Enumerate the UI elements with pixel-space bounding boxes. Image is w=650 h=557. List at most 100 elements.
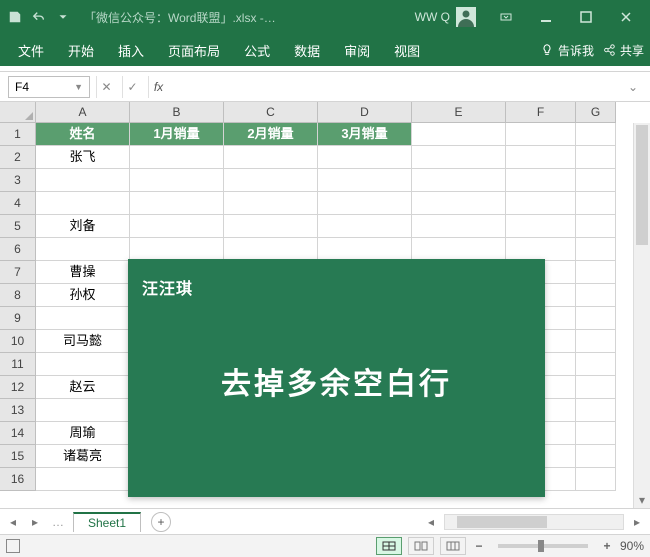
cell[interactable]: 姓名 bbox=[36, 123, 130, 146]
cell[interactable]: 司马懿 bbox=[36, 330, 130, 353]
zoom-knob[interactable] bbox=[538, 540, 544, 552]
cell[interactable] bbox=[412, 192, 506, 215]
save-icon[interactable] bbox=[4, 6, 26, 28]
vertical-scrollbar[interactable]: ▴ ▾ bbox=[633, 123, 650, 508]
cell[interactable] bbox=[576, 399, 616, 422]
cell[interactable]: 2月销量 bbox=[224, 123, 318, 146]
cell[interactable]: 周瑜 bbox=[36, 422, 130, 445]
cell[interactable]: 3月销量 bbox=[318, 123, 412, 146]
cell[interactable] bbox=[318, 238, 412, 261]
tab-view[interactable]: 视图 bbox=[382, 35, 432, 66]
select-all-corner[interactable] bbox=[0, 102, 36, 123]
row-header[interactable]: 11 bbox=[0, 353, 36, 376]
row-header[interactable]: 10 bbox=[0, 330, 36, 353]
row-header[interactable]: 6 bbox=[0, 238, 36, 261]
expand-formula-icon[interactable]: ⌄ bbox=[624, 80, 642, 94]
cell[interactable]: 诸葛亮 bbox=[36, 445, 130, 468]
name-box[interactable]: F4 ▼ bbox=[8, 76, 90, 98]
cell[interactable] bbox=[506, 215, 576, 238]
row-headers[interactable]: 12345678910111213141516 bbox=[0, 123, 36, 508]
hscroll-thumb[interactable] bbox=[457, 516, 547, 528]
cell[interactable] bbox=[506, 238, 576, 261]
cell[interactable] bbox=[576, 169, 616, 192]
view-pagelayout-icon[interactable] bbox=[408, 537, 434, 555]
close-icon[interactable] bbox=[606, 3, 646, 31]
cell[interactable] bbox=[412, 146, 506, 169]
col-header[interactable]: B bbox=[130, 102, 224, 123]
cell[interactable] bbox=[36, 169, 130, 192]
row-header[interactable]: 12 bbox=[0, 376, 36, 399]
cell[interactable] bbox=[576, 353, 616, 376]
cell[interactable] bbox=[576, 284, 616, 307]
tab-data[interactable]: 数据 bbox=[282, 35, 332, 66]
cell[interactable]: 赵云 bbox=[36, 376, 130, 399]
cell[interactable] bbox=[224, 146, 318, 169]
cell[interactable] bbox=[576, 192, 616, 215]
sheet-tab[interactable]: Sheet1 bbox=[73, 512, 141, 532]
cell[interactable] bbox=[576, 123, 616, 146]
formula-input[interactable] bbox=[174, 76, 618, 98]
tab-file[interactable]: 文件 bbox=[6, 35, 56, 66]
cell[interactable] bbox=[36, 468, 130, 491]
cell[interactable] bbox=[576, 261, 616, 284]
cell[interactable] bbox=[576, 238, 616, 261]
cell[interactable] bbox=[506, 123, 576, 146]
tab-home[interactable]: 开始 bbox=[56, 35, 106, 66]
cell[interactable] bbox=[412, 215, 506, 238]
undo-icon[interactable] bbox=[28, 6, 50, 28]
tab-insert[interactable]: 插入 bbox=[106, 35, 156, 66]
cell[interactable] bbox=[318, 146, 412, 169]
cell[interactable] bbox=[506, 169, 576, 192]
row-header[interactable]: 3 bbox=[0, 169, 36, 192]
tell-me[interactable]: 告诉我 bbox=[540, 42, 594, 59]
col-header[interactable]: A bbox=[36, 102, 130, 123]
cell[interactable] bbox=[224, 192, 318, 215]
worksheet-grid[interactable]: ABCDEFG 12345678910111213141516 姓名1月销量2月… bbox=[0, 102, 650, 508]
row-header[interactable]: 14 bbox=[0, 422, 36, 445]
row-header[interactable]: 13 bbox=[0, 399, 36, 422]
tab-pagelayout[interactable]: 页面布局 bbox=[156, 35, 232, 66]
cell[interactable] bbox=[576, 422, 616, 445]
cell[interactable] bbox=[130, 146, 224, 169]
cell[interactable] bbox=[224, 169, 318, 192]
fx-icon[interactable]: fx bbox=[148, 76, 168, 98]
hscroll-right-icon[interactable]: ▸ bbox=[628, 513, 646, 531]
view-normal-icon[interactable] bbox=[376, 537, 402, 555]
add-sheet-button[interactable]: + bbox=[151, 512, 171, 532]
scroll-thumb[interactable] bbox=[636, 125, 648, 245]
cell[interactable] bbox=[130, 192, 224, 215]
cell[interactable] bbox=[318, 215, 412, 238]
cell[interactable] bbox=[506, 192, 576, 215]
cell[interactable] bbox=[36, 307, 130, 330]
cancel-formula-icon[interactable]: ✕ bbox=[96, 76, 116, 98]
cell[interactable] bbox=[412, 238, 506, 261]
col-header[interactable]: C bbox=[224, 102, 318, 123]
view-pagebreak-icon[interactable] bbox=[440, 537, 466, 555]
cell[interactable] bbox=[318, 192, 412, 215]
cell[interactable]: 1月销量 bbox=[130, 123, 224, 146]
hscroll-left-icon[interactable]: ◂ bbox=[422, 513, 440, 531]
cell[interactable]: 刘备 bbox=[36, 215, 130, 238]
cell[interactable] bbox=[576, 445, 616, 468]
column-headers[interactable]: ABCDEFG bbox=[36, 102, 632, 123]
cell[interactable] bbox=[36, 238, 130, 261]
cell[interactable] bbox=[576, 215, 616, 238]
confirm-formula-icon[interactable]: ✓ bbox=[122, 76, 142, 98]
cell[interactable] bbox=[506, 146, 576, 169]
scroll-down-icon[interactable]: ▾ bbox=[634, 491, 650, 508]
maximize-icon[interactable] bbox=[566, 3, 606, 31]
cell[interactable] bbox=[576, 146, 616, 169]
cell[interactable] bbox=[318, 169, 412, 192]
user-account[interactable]: WW Q bbox=[415, 7, 476, 27]
cell[interactable] bbox=[36, 399, 130, 422]
row-header[interactable]: 1 bbox=[0, 123, 36, 146]
col-header[interactable]: E bbox=[412, 102, 506, 123]
cell[interactable] bbox=[130, 238, 224, 261]
qat-dropdown-icon[interactable] bbox=[52, 6, 74, 28]
cell[interactable] bbox=[224, 215, 318, 238]
row-header[interactable]: 2 bbox=[0, 146, 36, 169]
row-header[interactable]: 4 bbox=[0, 192, 36, 215]
row-header[interactable]: 5 bbox=[0, 215, 36, 238]
horizontal-scrollbar[interactable] bbox=[444, 514, 624, 530]
cell[interactable]: 张飞 bbox=[36, 146, 130, 169]
